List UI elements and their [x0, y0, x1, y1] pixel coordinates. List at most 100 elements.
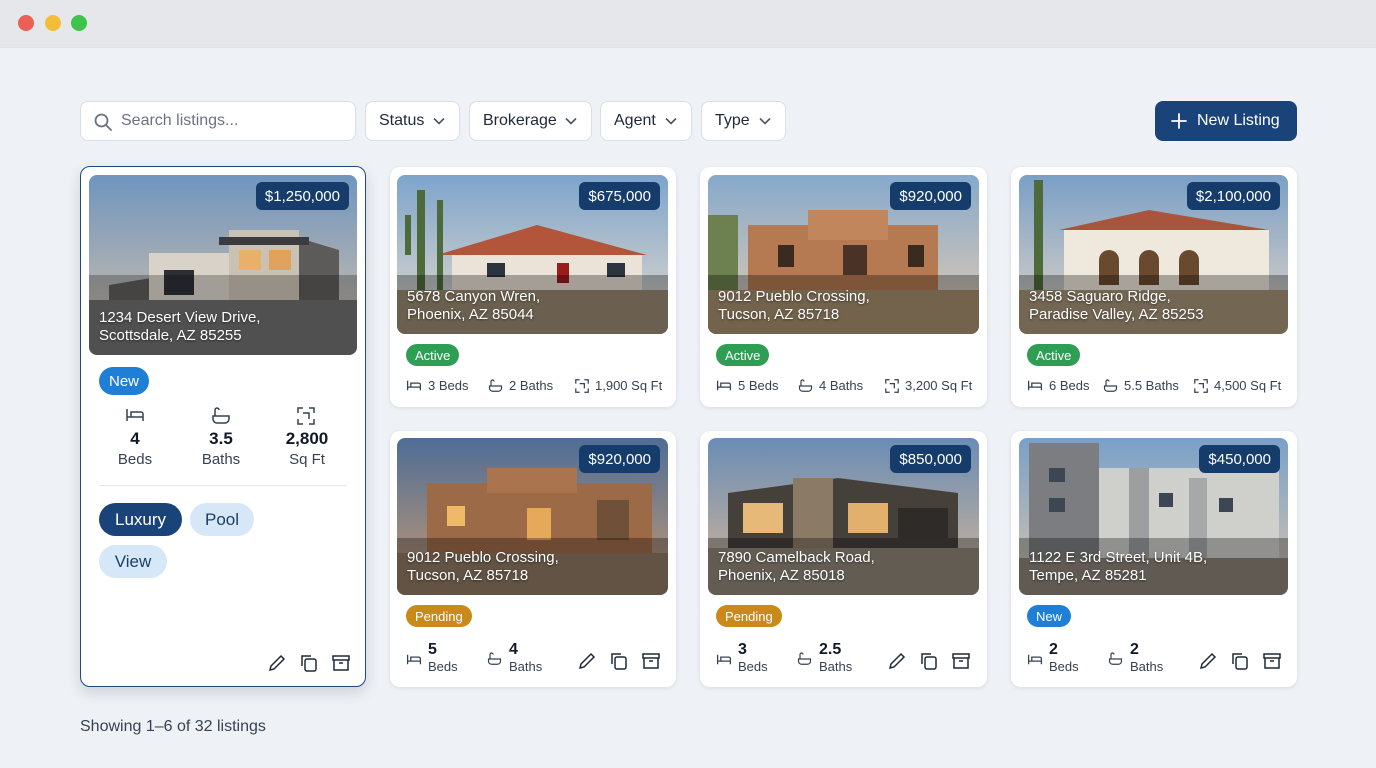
chevron-down-icon	[565, 117, 577, 125]
beds-stat: 6 Beds	[1027, 378, 1089, 393]
duplicate-icon[interactable]	[609, 651, 629, 671]
new-listing-button[interactable]: New Listing	[1155, 101, 1297, 141]
search-box[interactable]	[80, 101, 356, 141]
tag-pool[interactable]: Pool	[190, 503, 254, 536]
minimize-window-button[interactable]	[45, 15, 61, 31]
agent-filter-dropdown[interactable]: Agent	[600, 101, 692, 141]
status-filter-dropdown[interactable]: Status	[365, 101, 460, 141]
duplicate-icon[interactable]	[1230, 651, 1250, 671]
status-badge: Active	[716, 344, 770, 366]
address-line-1: 9012 Pueblo Crossing,	[407, 549, 559, 566]
address-line-1: 7890 Camelback Road,	[718, 549, 875, 566]
address-line-2: Phoenix, AZ 85018	[718, 567, 845, 584]
baths-value: 2 Baths	[509, 378, 554, 393]
address-line-1: 1122 E 3rd Street, Unit 4B,	[1029, 549, 1208, 566]
chevron-down-icon	[665, 117, 677, 125]
bed-icon	[1027, 380, 1043, 391]
sqft-stat: 3,200 Sq Ft	[885, 378, 972, 393]
listing-photo[interactable]: $920,000 9012 Pueblo Crossing, Tucson, A…	[397, 438, 668, 595]
address-line-2: Tucson, AZ 85718	[407, 567, 529, 584]
listing-photo[interactable]: $675,000 5678 Canyon Wren, Phoenix, AZ 8…	[397, 175, 668, 334]
chevron-down-icon	[759, 117, 771, 125]
listing-address: 9012 Pueblo Crossing, Tucson, AZ 85718	[718, 288, 978, 324]
archive-icon[interactable]	[641, 651, 661, 671]
sqft-value: 4,500 Sq Ft	[1214, 378, 1282, 393]
duplicate-icon[interactable]	[299, 653, 319, 673]
address-line-2: Tucson, AZ 85718	[718, 306, 840, 323]
archive-icon[interactable]	[1262, 651, 1282, 671]
baths-label: Baths	[819, 659, 853, 674]
bed-icon	[716, 380, 732, 391]
sqft-stat: 1,900 Sq Ft	[575, 378, 662, 393]
beds-stat: 4 Beds	[90, 407, 180, 468]
bathtub-icon	[797, 652, 812, 665]
toolbar: Status Brokerage Agent Type New Listing	[80, 101, 1297, 141]
area-icon	[297, 407, 315, 425]
sqft-value: 1,900 Sq Ft	[595, 378, 663, 393]
beds-value: 3	[738, 641, 747, 658]
bathtub-icon	[212, 407, 230, 424]
listing-photo[interactable]: $450,000 1122 E 3rd Street, Unit 4B, Tem…	[1019, 438, 1288, 595]
bathtub-icon	[487, 652, 502, 665]
listing-card-selected[interactable]: $1,250,000 1234 Desert View Drive, Scott…	[80, 166, 366, 687]
listing-card[interactable]: $920,000 9012 Pueblo Crossing, Tucson, A…	[700, 167, 987, 407]
divider	[99, 485, 347, 486]
bed-icon	[716, 654, 732, 665]
tag-view[interactable]: View	[99, 545, 167, 578]
beds-label: Beds	[738, 659, 768, 674]
type-filter-dropdown[interactable]: Type	[701, 101, 786, 141]
edit-icon[interactable]	[1198, 651, 1218, 671]
beds-value: 3 Beds	[428, 378, 469, 393]
duplicate-icon[interactable]	[919, 651, 939, 671]
address-line-2: Paradise Valley, AZ 85253	[1029, 306, 1204, 323]
edit-icon[interactable]	[267, 653, 287, 673]
search-input[interactable]	[121, 102, 347, 140]
listing-card[interactable]: $850,000 7890 Camelback Road, Phoenix, A…	[700, 431, 987, 687]
status-badge: New	[1027, 605, 1072, 627]
listing-address: 1122 E 3rd Street, Unit 4B, Tempe, AZ 85…	[1029, 549, 1288, 585]
tag-luxury[interactable]: Luxury	[99, 503, 182, 536]
close-window-button[interactable]	[18, 15, 34, 31]
search-icon	[94, 113, 112, 131]
sqft-stat: 4,500 Sq Ft	[1194, 378, 1281, 393]
listing-photo[interactable]: $920,000 9012 Pueblo Crossing, Tucson, A…	[708, 175, 979, 334]
status-badge: Pending	[406, 605, 472, 627]
sqft-stat: 2,800 Sq Ft	[262, 407, 352, 468]
listing-photo[interactable]: $1,250,000 1234 Desert View Drive, Scott…	[89, 175, 357, 355]
card-actions	[255, 653, 351, 673]
maximize-window-button[interactable]	[71, 15, 87, 31]
baths-value: 2.5	[819, 641, 842, 658]
archive-icon[interactable]	[951, 651, 971, 671]
price-tag: $675,000	[579, 182, 660, 210]
listing-photo[interactable]: $850,000 7890 Camelback Road, Phoenix, A…	[708, 438, 979, 595]
baths-stat: 3.5 Baths	[176, 407, 266, 468]
baths-stat: 2 Baths	[488, 378, 553, 393]
edit-icon[interactable]	[577, 651, 597, 671]
baths-value: 4 Baths	[819, 378, 864, 393]
beds-value: 5	[428, 641, 437, 658]
card-actions	[565, 651, 661, 671]
listing-address: 3458 Saguaro Ridge, Paradise Valley, AZ …	[1029, 288, 1288, 324]
address-line-1: 9012 Pueblo Crossing,	[718, 288, 870, 305]
beds-value: 5 Beds	[738, 378, 779, 393]
type-filter-label: Type	[715, 112, 750, 129]
area-icon	[885, 378, 899, 393]
address-line-1: 5678 Canyon Wren,	[407, 288, 541, 305]
brokerage-filter-dropdown[interactable]: Brokerage	[469, 101, 592, 141]
archive-icon[interactable]	[331, 653, 351, 673]
baths-value: 5.5 Baths	[1124, 378, 1179, 393]
listing-card[interactable]: $675,000 5678 Canyon Wren, Phoenix, AZ 8…	[390, 167, 676, 407]
listing-photo[interactable]: $2,100,000 3458 Saguaro Ridge, Paradise …	[1019, 175, 1288, 334]
listing-card[interactable]: $2,100,000 3458 Saguaro Ridge, Paradise …	[1011, 167, 1297, 407]
baths-stat: 4 Baths	[798, 378, 863, 393]
status-badge: Pending	[716, 605, 782, 627]
listing-card[interactable]: $920,000 9012 Pueblo Crossing, Tucson, A…	[390, 431, 676, 687]
beds-stat: 5 Beds	[716, 378, 778, 393]
agent-filter-label: Agent	[614, 112, 656, 129]
listing-card[interactable]: $450,000 1122 E 3rd Street, Unit 4B, Tem…	[1011, 431, 1297, 687]
price-tag: $450,000	[1199, 445, 1280, 473]
edit-icon[interactable]	[887, 651, 907, 671]
baths-value: 3.5	[209, 429, 233, 448]
pagination-summary: Showing 1–6 of 32 listings	[80, 718, 266, 735]
listing-address: 9012 Pueblo Crossing, Tucson, AZ 85718	[407, 549, 667, 585]
